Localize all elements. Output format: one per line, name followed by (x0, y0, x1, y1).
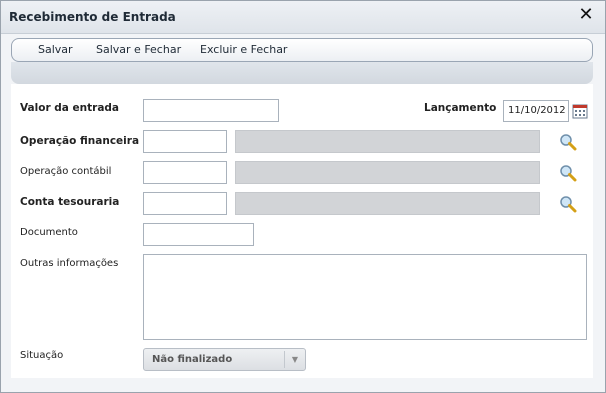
toolbar: Salvar Salvar e Fechar Excluir e Fechar (11, 38, 593, 62)
form-area: Valor da entrada Lançamento 11/10/2012 O… (11, 84, 593, 378)
dialog-window: Recebimento de Entrada ✕ Salvar Salvar e… (0, 0, 606, 393)
magnifier-icon[interactable] (559, 164, 577, 182)
close-icon[interactable]: ✕ (577, 5, 595, 25)
magnifier-icon[interactable] (559, 195, 577, 213)
dialog-titlebar: Recebimento de Entrada ✕ (1, 1, 605, 34)
situacao-label: Situação (20, 350, 64, 361)
lancamento-date-input[interactable]: 11/10/2012 (503, 100, 569, 122)
conta-tesouraria-label: Conta tesouraria (20, 196, 120, 208)
operacao-financeira-code-input[interactable] (143, 130, 227, 153)
delete-close-button[interactable]: Excluir e Fechar (200, 43, 287, 56)
situacao-selected-value: Não finalizado (152, 354, 233, 365)
save-button[interactable]: Salvar (38, 43, 73, 56)
situacao-select[interactable]: Não finalizado ▼ (143, 348, 306, 371)
toolbar-band (11, 62, 593, 84)
operacao-contabil-label: Operação contábil (20, 166, 112, 177)
lancamento-label: Lançamento (424, 102, 497, 114)
operacao-contabil-code-input[interactable] (143, 161, 227, 184)
documento-input[interactable] (143, 223, 254, 246)
conta-tesouraria-description (235, 192, 540, 215)
valor-entrada-label: Valor da entrada (20, 102, 120, 114)
outras-informacoes-label: Outras informações (20, 258, 119, 269)
calendar-icon[interactable] (572, 103, 588, 119)
magnifier-icon[interactable] (559, 133, 577, 151)
operacao-contabil-description (235, 161, 540, 184)
conta-tesouraria-code-input[interactable] (143, 192, 227, 215)
operacao-financeira-description (235, 130, 540, 153)
operacao-financeira-label: Operação financeira (20, 135, 140, 147)
save-close-button[interactable]: Salvar e Fechar (96, 43, 181, 56)
chevron-down-icon[interactable]: ▼ (284, 351, 305, 368)
documento-label: Documento (20, 227, 78, 238)
valor-entrada-input[interactable] (143, 99, 279, 122)
outras-informacoes-textarea[interactable] (143, 254, 587, 340)
dialog-title: Recebimento de Entrada (9, 10, 176, 24)
